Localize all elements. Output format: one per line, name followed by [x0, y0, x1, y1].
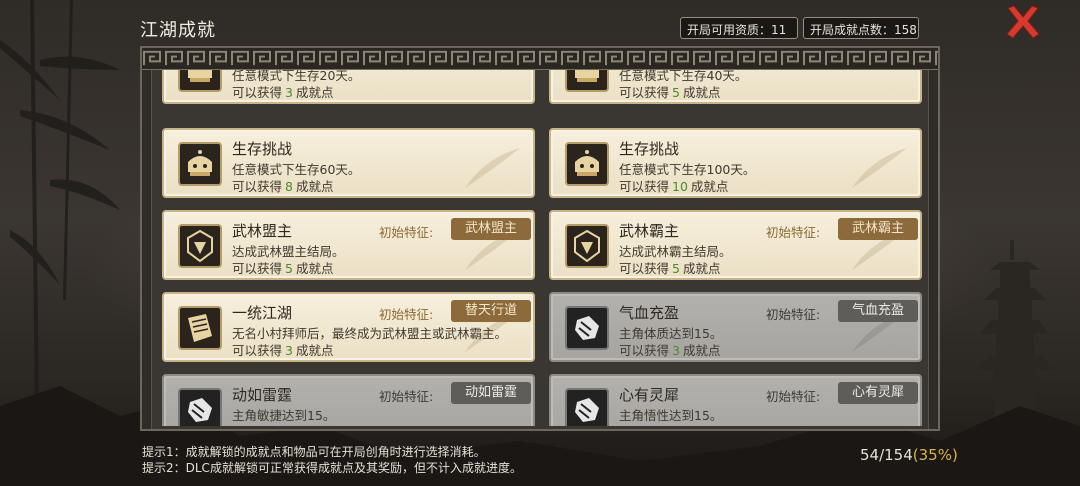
emblem-icon	[565, 224, 609, 268]
initial-trait-button[interactable]: 气血充盈	[838, 300, 918, 322]
initial-trait-label: 初始特征:	[379, 389, 434, 404]
achievement-card[interactable]: 任意模式下生存20天。 可以获得 3 成就点	[162, 70, 535, 104]
available-aptitude-badge: 开局可用资质：11	[680, 17, 798, 39]
achievement-title: 心有灵犀	[619, 386, 680, 404]
reward-prefix: 可以获得	[619, 261, 670, 276]
achievement-panel: 任意模式下生存20天。 可以获得 3 成就点 任意模式下生存40天。 可以获得 5 成就…	[140, 46, 940, 431]
reward-suffix: 成就点	[690, 179, 729, 194]
fist-icon	[565, 306, 609, 350]
reward-points: 5	[672, 261, 680, 276]
reward-suffix: 成就点	[295, 261, 334, 276]
bamboo-watermark	[465, 148, 520, 188]
reward-prefix: 可以获得	[232, 343, 283, 358]
achievement-card-locked[interactable]: 气血充盈 初始特征: 气血充盈 主角体质达到15。 可以获得 3 成就点	[549, 292, 922, 362]
achievement-reward: 可以获得 3 成就点	[619, 340, 720, 359]
close-icon	[1006, 5, 1040, 39]
achievement-reward: 可以获得 5 成就点	[232, 258, 333, 277]
reward-prefix: 可以获得	[232, 261, 283, 276]
initial-trait-button[interactable]: 动如雷霆	[451, 382, 531, 404]
initial-trait-button[interactable]: 武林盟主	[451, 218, 531, 240]
page-title: 江湖成就	[140, 20, 216, 41]
meander-frieze-border	[142, 48, 938, 70]
progress-count: 54/154	[860, 446, 913, 464]
achievement-reward: 可以获得 5 成就点	[619, 258, 720, 277]
reward-points: 3	[285, 85, 293, 100]
reward-points: 10	[672, 179, 688, 194]
achievement-card[interactable]: 生存挑战 任意模式下生存100天。 可以获得 10 成就点	[549, 128, 922, 198]
achievement-title: 武林盟主	[232, 222, 293, 240]
achievement-reward: 可以获得 10 成就点	[619, 176, 728, 195]
achievement-card[interactable]: 武林霸主 初始特征: 武林霸主 达成武林霸主结局。 可以获得 5 成就点	[549, 210, 922, 280]
reward-suffix: 成就点	[682, 343, 721, 358]
reward-suffix: 成就点	[295, 85, 334, 100]
reward-prefix: 可以获得	[232, 85, 283, 100]
achievement-card-locked[interactable]: 动如雷霆 初始特征: 动如雷霆 主角敏捷达到15。	[162, 374, 535, 426]
achievement-list[interactable]: 任意模式下生存20天。 可以获得 3 成就点 任意模式下生存40天。 可以获得 5 成就…	[156, 70, 926, 426]
scroll-icon	[178, 306, 222, 350]
achievement-card[interactable]: 生存挑战 任意模式下生存60天。 可以获得 8 成就点	[162, 128, 535, 198]
achievement-title: 一统江湖	[232, 304, 293, 322]
achievement-progress: 54/154(35%)	[860, 446, 958, 464]
reward-points: 5	[285, 261, 293, 276]
initial-trait-button[interactable]: 替天行道	[451, 300, 531, 322]
hint-text-1: 提示1：成就解锁的成就点和物品可在开局创角时进行选择消耗。	[142, 445, 486, 459]
panel-right-border	[928, 70, 938, 429]
initial-trait-label: 初始特征:	[766, 225, 821, 240]
helmet-icon	[178, 70, 222, 92]
reward-points: 5	[672, 85, 680, 100]
emblem-icon	[178, 224, 222, 268]
achievement-title: 生存挑战	[619, 140, 680, 158]
reward-prefix: 可以获得	[232, 179, 283, 194]
reward-points: 3	[672, 343, 680, 358]
achievement-points-badge: 开局成就点数：158	[803, 17, 919, 39]
achievement-card[interactable]: 一统江湖 初始特征: 替天行道 无名小村拜师后，最终成为武林盟主或武林霸主。 可…	[162, 292, 535, 362]
initial-trait-label: 初始特征:	[766, 389, 821, 404]
achievement-reward: 可以获得 8 成就点	[232, 176, 333, 195]
reward-suffix: 成就点	[682, 261, 721, 276]
helmet-icon	[565, 142, 609, 186]
fist-icon	[178, 388, 222, 426]
achievement-description: 主角悟性达到15。	[619, 408, 723, 423]
achievement-title: 动如雷霆	[232, 386, 293, 404]
helmet-icon	[565, 70, 609, 92]
initial-trait-label: 初始特征:	[379, 307, 434, 322]
available-aptitude-value: 11	[771, 23, 787, 37]
initial-trait-label: 初始特征:	[766, 307, 821, 322]
achievement-title: 气血充盈	[619, 304, 680, 322]
bamboo-watermark	[852, 148, 907, 188]
reward-suffix: 成就点	[682, 85, 721, 100]
achievement-card-locked[interactable]: 心有灵犀 初始特征: 心有灵犀 主角悟性达到15。	[549, 374, 922, 426]
helmet-icon	[178, 142, 222, 186]
achievement-card[interactable]: 任意模式下生存40天。 可以获得 5 成就点	[549, 70, 922, 104]
achievement-reward: 可以获得 5 成就点	[619, 82, 720, 101]
progress-percent: (35%)	[912, 446, 958, 464]
reward-points: 3	[285, 343, 293, 358]
achievement-card[interactable]: 武林盟主 初始特征: 武林盟主 达成武林盟主结局。 可以获得 5 成就点	[162, 210, 535, 280]
achievement-points-label: 开局成就点数：	[810, 23, 895, 37]
reward-prefix: 可以获得	[619, 179, 670, 194]
achievement-title: 生存挑战	[232, 140, 293, 158]
fist-icon	[565, 388, 609, 426]
close-button[interactable]	[1004, 4, 1042, 40]
achievement-reward: 可以获得 3 成就点	[232, 82, 333, 101]
reward-prefix: 可以获得	[619, 343, 670, 358]
reward-suffix: 成就点	[295, 179, 334, 194]
reward-prefix: 可以获得	[619, 85, 670, 100]
hint-text-2: 提示2：DLC成就解锁可正常获得成就点及其奖励，但不计入成就进度。	[142, 461, 522, 475]
reward-suffix: 成就点	[295, 343, 334, 358]
achievement-description: 主角敏捷达到15。	[232, 408, 336, 423]
achievement-title: 武林霸主	[619, 222, 680, 240]
initial-trait-label: 初始特征:	[379, 225, 434, 240]
initial-trait-button[interactable]: 武林霸主	[838, 218, 918, 240]
panel-left-border	[142, 70, 152, 429]
initial-trait-button[interactable]: 心有灵犀	[838, 382, 918, 404]
reward-points: 8	[285, 179, 293, 194]
achievement-points-value: 158	[894, 23, 917, 37]
achievement-reward: 可以获得 3 成就点	[232, 340, 333, 359]
available-aptitude-label: 开局可用资质：	[687, 23, 772, 37]
